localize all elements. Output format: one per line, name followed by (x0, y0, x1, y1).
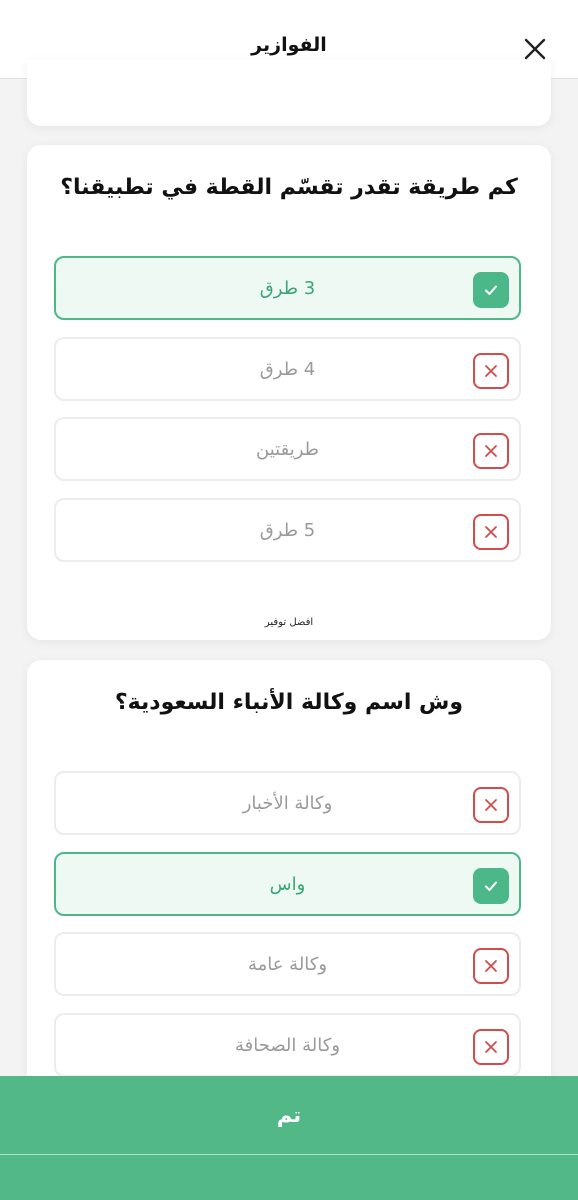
page-title: الفوازير (251, 34, 327, 56)
check-badge (473, 868, 509, 904)
divider (0, 1154, 578, 1155)
answer-option[interactable]: وكالة الأخبار (54, 771, 521, 835)
previous-question-card (27, 60, 551, 126)
wrong-badge (473, 514, 509, 550)
answer-label: 5 طرق (259, 519, 316, 541)
check-badge (473, 272, 509, 308)
x-icon (485, 960, 497, 972)
answer-option[interactable]: 4 طرق (54, 337, 521, 401)
answer-option[interactable]: 3 طرق (54, 256, 521, 320)
answer-option[interactable]: طريقتين (54, 417, 521, 481)
x-icon (485, 1041, 497, 1053)
answer-label: 4 طرق (259, 358, 316, 380)
answer-label: وكالة الأخبار (242, 792, 333, 814)
answer-label: واس (269, 873, 306, 895)
x-icon (485, 365, 497, 377)
question-card-1: كم طريقة تقدر تقسّم القطة في تطبيقنا؟ 3 … (27, 145, 551, 640)
check-icon (485, 881, 497, 891)
answer-option[interactable]: وكالة عامة (54, 932, 521, 996)
answer-label: وكالة عامة (247, 953, 328, 975)
answer-label: 3 طرق (259, 277, 316, 299)
question-title: وش اسم وكالة الأنباء السعودية؟ (114, 690, 464, 715)
wrong-badge (473, 787, 509, 823)
close-icon (524, 38, 546, 60)
check-icon (485, 285, 497, 295)
bottom-bar: تم (0, 1076, 578, 1200)
question-card-2: وش اسم وكالة الأنباء السعودية؟ وكالة الأ… (27, 660, 551, 1080)
answer-label: طريقتين (256, 438, 319, 460)
question-title: كم طريقة تقدر تقسّم القطة في تطبيقنا؟ (60, 175, 518, 200)
answer-option[interactable]: 5 طرق (54, 498, 521, 562)
x-icon (485, 445, 497, 457)
wrong-badge (473, 433, 509, 469)
answer-option[interactable]: وكالة الصحافة (54, 1013, 521, 1077)
answer-label: وكالة الصحافة (234, 1034, 341, 1056)
answer-option[interactable]: واس (54, 852, 521, 916)
wrong-badge (473, 353, 509, 389)
wrong-badge (473, 1029, 509, 1065)
x-icon (485, 526, 497, 538)
done-button[interactable]: تم (0, 1076, 578, 1154)
wrong-badge (473, 948, 509, 984)
footnote-text: افضل توفير (264, 617, 314, 628)
x-icon (485, 799, 497, 811)
